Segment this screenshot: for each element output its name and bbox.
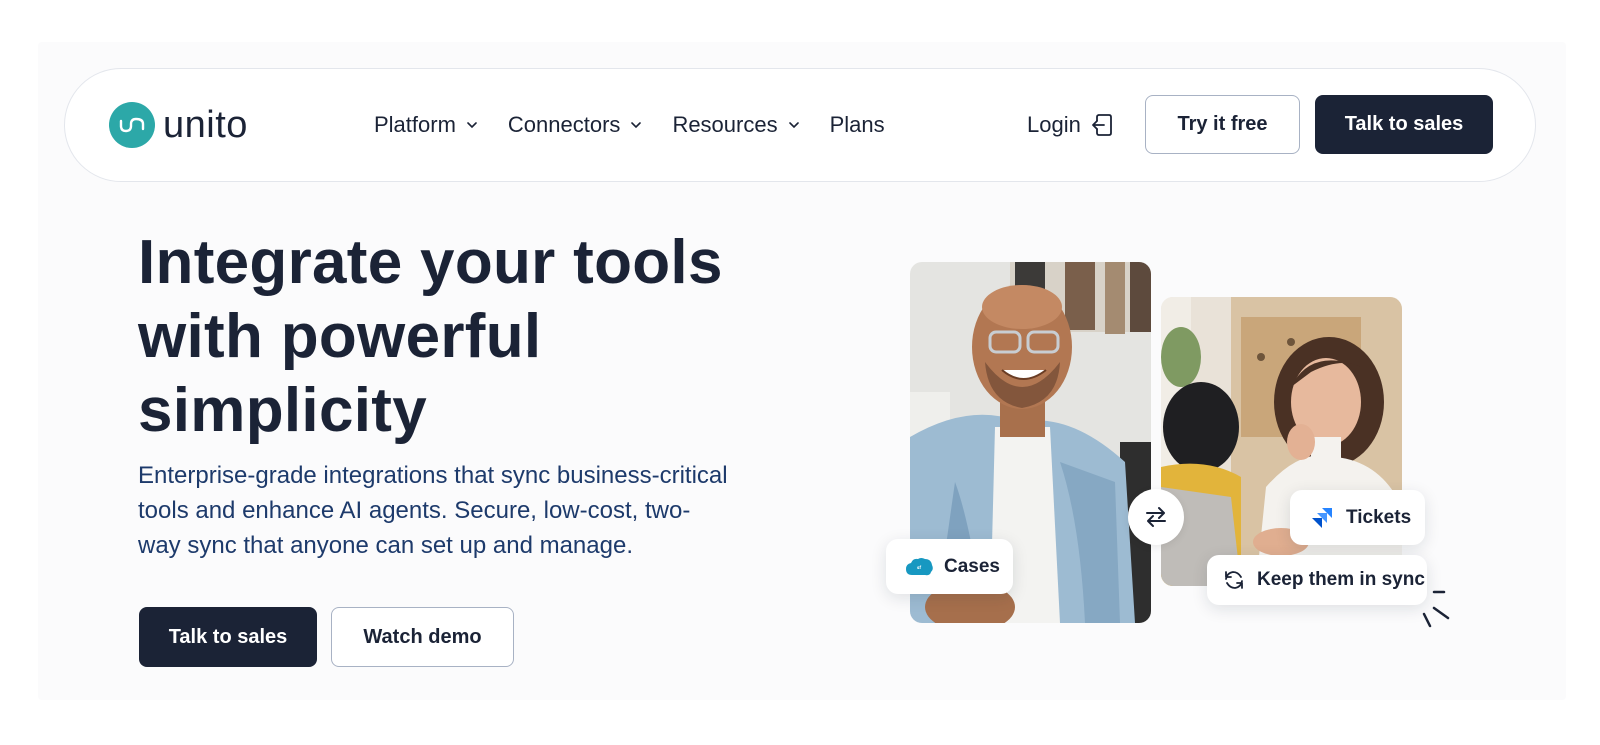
unito-logo-icon [109,102,155,148]
sync-chip: Keep them in sync [1207,555,1427,605]
menu-item-label: Plans [829,112,885,137]
menu-item-connectors[interactable]: Connectors [508,112,643,138]
cases-label: Cases [944,555,1000,577]
spark-lines-decoration [1420,590,1460,639]
unito-logo[interactable]: unito [109,101,248,149]
hero-title: Integrate your tools with powerful simpl… [138,226,778,448]
hero-title-line-2: with powerful [138,302,542,371]
try-it-free-button[interactable]: Try it free [1145,95,1300,154]
logo-wordmark: unito [163,104,248,146]
hero-title-line-3: simplicity [138,376,427,445]
hero-talk-to-sales-button[interactable]: Talk to sales [139,607,317,667]
cases-chip: sf Cases [886,539,1013,594]
nav-talk-to-sales-button[interactable]: Talk to sales [1315,95,1493,154]
hero-title-line-1: Integrate your tools [138,228,723,297]
tickets-chip: Tickets [1290,490,1425,545]
menu-item-platform[interactable]: Platform [374,112,478,138]
jira-icon [1310,506,1334,530]
menu-item-label: Connectors [507,112,621,137]
menu-item-label: Resources [672,112,778,137]
watch-demo-label: Watch demo [363,625,482,648]
menu-item-resources[interactable]: Resources [672,112,799,138]
tickets-label: Tickets [1346,506,1412,528]
login-link[interactable]: Login [1027,107,1115,143]
swap-arrows-icon [1128,489,1184,545]
salesforce-icon: sf [904,556,934,578]
login-icon [1091,112,1115,138]
menu-item-plans[interactable]: Plans [830,112,885,138]
watch-demo-button[interactable]: Watch demo [331,607,514,667]
chevron-down-icon [466,121,478,129]
chevron-down-icon [630,121,642,129]
hero-subtitle: Enterprise-grade integrations that sync … [138,462,728,559]
sync-label: Keep them in sync [1257,569,1425,590]
sync-icon [1223,569,1245,591]
chevron-down-icon [788,121,800,129]
main-menu: Platform Connectors Resources Plans [374,107,915,143]
login-label: Login [1027,112,1081,137]
menu-item-label: Platform [374,112,456,137]
svg-text:sf: sf [917,565,921,570]
